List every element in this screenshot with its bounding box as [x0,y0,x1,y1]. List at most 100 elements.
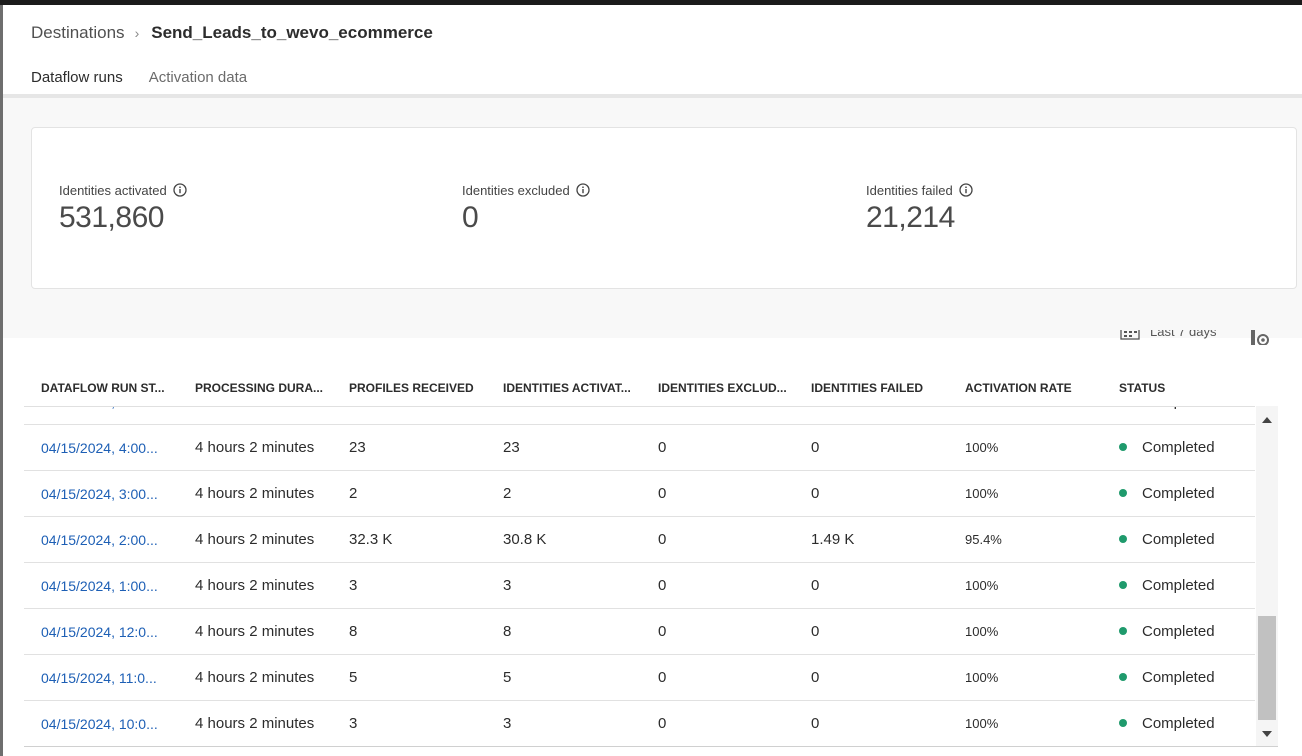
cell-run-start-link[interactable]: 04/15/2024, 3:00... [24,486,178,502]
breadcrumb: Destinations › Send_Leads_to_wevo_ecomme… [31,23,433,43]
stat-label: Identities failed [866,182,953,198]
table-row[interactable]: 04/15/2024, 1:00... 4 hours 2 minutes 3 3 0 0… [24,563,1255,609]
column-header-profiles-received[interactable]: PROFILES RECEIVED [332,381,486,395]
column-header-run-start[interactable]: DATAFLOW RUN ST... [24,381,178,395]
status-dot-icon [1119,627,1127,636]
cell-run-start-link[interactable]: 04/15/2024, 4:00... [24,440,178,456]
table-body[interactable]: 04/15/2024, 5:00...4 hours 2 minutes2323… [24,406,1255,746]
cell-identities-activated: 3 [503,577,512,594]
cell-activation-rate: 100% [965,716,999,731]
cell-identities-activated: 8 [503,623,512,640]
cell-profiles-received: 3 [349,577,358,594]
column-header-identities-excluded[interactable]: IDENTITIES EXCLUD... [641,381,794,395]
cell-status: Completed [1102,485,1220,502]
stat-label: Identities excluded [462,182,570,198]
status-dot-icon [1119,489,1127,498]
status-dot-icon [1119,673,1127,682]
date-filter[interactable]: Last 7 days [1120,330,1280,345]
cell-identities-excluded: 0 [658,715,667,732]
cell-processing-duration: 4 hours 2 minutes [195,439,315,456]
stat-identities-activated: Identities activated 531,860 [59,181,187,235]
stat-value: 531,860 [59,201,164,234]
date-range-label[interactable]: Last 7 days [1150,330,1217,339]
scrollbar-thumb[interactable] [1258,616,1276,720]
calendar-icon [1120,330,1140,340]
info-icon[interactable] [173,183,187,197]
status-dot-icon [1119,535,1127,544]
status-label: Completed [1142,485,1215,502]
status-label: Completed [1142,407,1215,410]
cell-identities-activated: 30.8 K [503,531,547,548]
cell-profiles-received: 8 [349,623,358,640]
cell-identities-excluded: 0 [658,623,667,640]
table-bottom-border [24,746,1278,747]
cell-status: Completed [1102,407,1220,410]
cell-run-start-link[interactable]: 04/15/2024, 5:00... [24,407,178,410]
cell-profiles-received: 3 [349,715,358,732]
cell-profiles-received: 2 [349,485,358,502]
column-header-status[interactable]: STATUS [1102,381,1224,395]
tabs-divider [3,94,1302,98]
table-scrollbar[interactable] [1256,406,1278,746]
cell-identities-failed: 0 [811,623,820,640]
cell-profiles-received: 23 [349,439,366,456]
status-dot-icon [1119,719,1127,728]
cell-status: Completed [1102,577,1220,594]
column-header-identities-activated[interactable]: IDENTITIES ACTIVAT... [486,381,641,395]
cell-activation-rate: 95.4% [965,532,1002,547]
table-row[interactable]: 04/15/2024, 5:00...4 hours 2 minutes2323… [24,407,1255,425]
table-row[interactable]: 04/15/2024, 4:00... 4 hours 2 minutes 23 23… [24,425,1255,471]
cell-identities-failed: 0 [811,715,820,732]
cell-processing-duration: 4 hours 2 minutes [195,577,315,594]
cell-identities-failed: 1.49 K [811,531,855,548]
cell-processing-duration: 4 hours 2 minutes [195,531,315,548]
status-label: Completed [1142,715,1215,732]
gear-icon[interactable] [1251,330,1271,345]
cell-processing-duration: 4 hours 2 minutes [178,407,332,410]
column-header-identities-failed[interactable]: IDENTITIES FAILED [794,381,948,395]
stat-label: Identities activated [59,182,167,198]
column-header-activation-rate[interactable]: ACTIVATION RATE [948,381,1102,395]
cell-activation-rate: 100% [965,670,999,685]
status-label: Completed [1142,531,1215,548]
cell-run-start-link[interactable]: 04/15/2024, 10:0... [24,716,178,732]
cell-processing-duration: 4 hours 2 minutes [195,669,315,686]
cell-status: Completed [1102,531,1220,548]
table-row[interactable]: 04/15/2024, 12:0... 4 hours 2 minutes 8 8 0 0… [24,609,1255,655]
cell-profiles-received: 32.3 K [349,531,393,548]
info-icon[interactable] [576,183,590,197]
scroll-up-arrow-icon[interactable] [1261,414,1273,426]
breadcrumb-destinations-link[interactable]: Destinations [31,23,125,43]
status-dot-icon [1119,443,1127,452]
cell-identities-failed: 0 [811,577,820,594]
table-row[interactable]: 04/15/2024, 10:0... 4 hours 2 minutes 3 3 0 0… [24,701,1255,746]
table-row[interactable]: 04/15/2024, 3:00... 4 hours 2 minutes 2 2 0 0… [24,471,1255,517]
cell-run-start-link[interactable]: 04/15/2024, 11:0... [24,670,178,686]
cell-identities-activated: 23 [503,439,520,456]
cell-profiles-received: 23 [332,407,486,410]
tab-dataflow-runs[interactable]: Dataflow runs [31,65,123,97]
cell-activation-rate: 100% [965,486,999,501]
cell-activation-rate: 100% [965,440,999,455]
table-row[interactable]: 04/15/2024, 11:0... 4 hours 2 minutes 5 5 0 0… [24,655,1255,701]
page-header: Destinations › Send_Leads_to_wevo_ecomme… [3,5,1302,98]
info-icon[interactable] [959,183,973,197]
status-label: Completed [1142,623,1215,640]
cell-identities-excluded: 0 [658,439,667,456]
cell-run-start-link[interactable]: 04/15/2024, 12:0... [24,624,178,640]
cell-identities-activated: 23 [486,407,641,410]
cell-run-start-link[interactable]: 04/15/2024, 1:00... [24,578,178,594]
cell-processing-duration: 4 hours 2 minutes [195,485,315,502]
cell-identities-activated: 5 [503,669,512,686]
column-header-processing-duration[interactable]: PROCESSING DURA... [178,381,332,395]
table-rows: 04/15/2024, 5:00...4 hours 2 minutes2323… [24,407,1255,746]
tab-activation-data[interactable]: Activation data [149,65,247,97]
table-row[interactable]: 04/15/2024, 2:00... 4 hours 2 minutes 32.3… [24,517,1255,563]
cell-profiles-received: 5 [349,669,358,686]
cell-run-start-link[interactable]: 04/15/2024, 2:00... [24,532,178,548]
scroll-down-arrow-icon[interactable] [1261,728,1273,740]
cell-activation-rate: 100% [948,407,1102,409]
status-dot-icon [1119,581,1127,590]
cell-identities-excluded: 0 [641,407,794,410]
cell-identities-excluded: 0 [658,485,667,502]
